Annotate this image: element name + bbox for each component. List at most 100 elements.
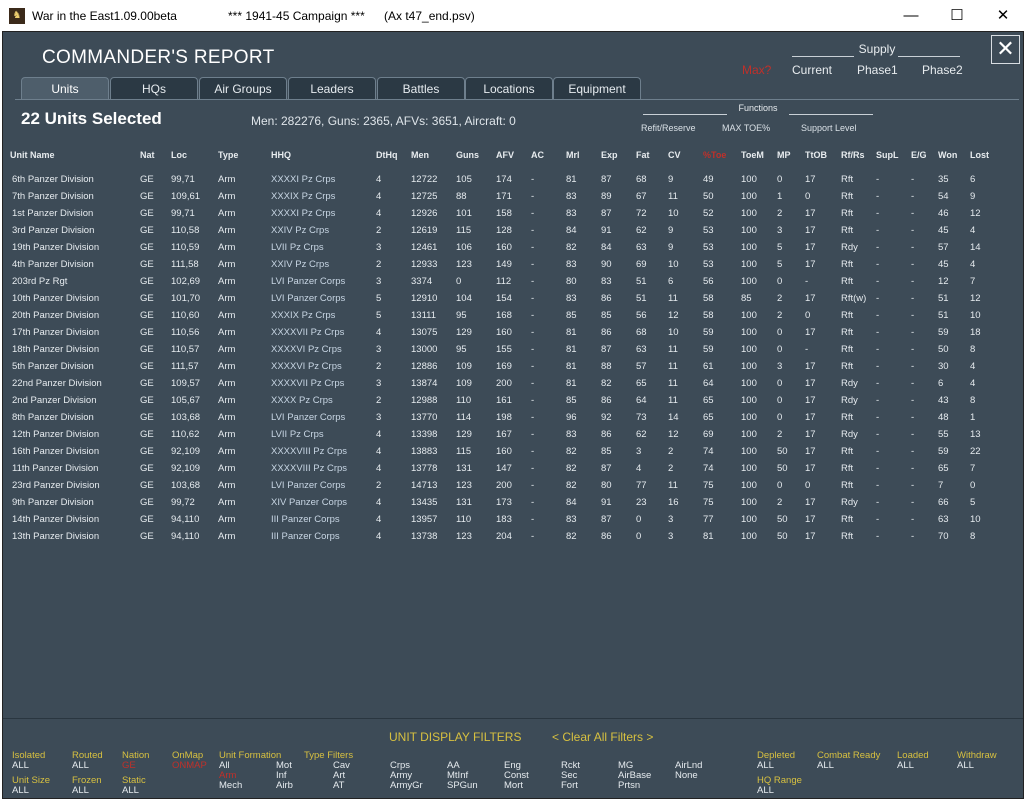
filter-option-mech[interactable]: Mech	[219, 781, 242, 791]
cell-hhq[interactable]: XXXXI Pz Crps	[271, 171, 335, 188]
cell-unit-name[interactable]: 8th Panzer Division	[12, 409, 94, 426]
cell-hhq[interactable]: XXXXVII Pz Crps	[271, 375, 344, 392]
filter-option-spgun[interactable]: SPGun	[447, 781, 478, 791]
col-header-eg[interactable]: E/G	[911, 150, 927, 160]
tab-leaders[interactable]: Leaders	[288, 77, 376, 100]
filter-unit-size-value[interactable]: ALL	[12, 786, 29, 796]
cell-unit-name[interactable]: 6th Panzer Division	[12, 171, 94, 188]
col-header-ac[interactable]: AC	[531, 150, 544, 160]
filter-option-mort[interactable]: Mort	[504, 781, 523, 791]
table-row[interactable]: 2nd Panzer Division GE 105,67 Arm XXXX Pz Cr…	[3, 392, 1023, 409]
table-row[interactable]: 19th Panzer Division GE 110,59 Arm LVII Pz C…	[3, 239, 1023, 256]
cell-hhq[interactable]: XXXXVII Pz Crps	[271, 324, 344, 341]
table-row[interactable]: 20th Panzer Division GE 110,60 Arm XXXIX Pz …	[3, 307, 1023, 324]
col-header-lost[interactable]: Lost	[970, 150, 989, 160]
report-close-button[interactable]: ✕	[991, 35, 1020, 64]
table-row[interactable]: 1st Panzer Division GE 99,71 Arm XXXXI Pz Cr…	[3, 205, 1023, 222]
cell-unit-name[interactable]: 12th Panzer Division	[12, 426, 99, 443]
cell-unit-name[interactable]: 19th Panzer Division	[12, 239, 99, 256]
cell-unit-name[interactable]: 9th Panzer Division	[12, 494, 94, 511]
col-header-exp[interactable]: Exp	[601, 150, 618, 160]
table-row[interactable]: 12th Panzer Division GE 110,62 Arm LVII Pz C…	[3, 426, 1023, 443]
filter-routed-value[interactable]: ALL	[72, 761, 89, 771]
col-header-toem[interactable]: ToeM	[741, 150, 764, 160]
col-header-ttob[interactable]: TtOB	[805, 150, 827, 160]
filter-option-prtsn[interactable]: Prtsn	[618, 781, 640, 791]
table-row[interactable]: 11th Panzer Division GE 92,109 Arm XXXXVIII …	[3, 460, 1023, 477]
clear-filters-button[interactable]: < Clear All Filters >	[552, 730, 653, 744]
table-row[interactable]: 14th Panzer Division GE 94,110 Arm III Panze…	[3, 511, 1023, 528]
filter-depleted-value[interactable]: ALL	[757, 761, 774, 771]
table-row[interactable]: 10th Panzer Division GE 101,70 Arm LVI Panze…	[3, 290, 1023, 307]
cell-unit-name[interactable]: 4th Panzer Division	[12, 256, 94, 273]
table-row[interactable]: 6th Panzer Division GE 99,71 Arm XXXXI Pz Cr…	[3, 171, 1023, 188]
filter-static-value[interactable]: ALL	[122, 786, 139, 796]
tab-hqs[interactable]: HQs	[110, 77, 198, 100]
col-header-guns[interactable]: Guns	[456, 150, 479, 160]
tab-battles[interactable]: Battles	[377, 77, 465, 100]
col-header-hhq[interactable]: HHQ	[271, 150, 291, 160]
cell-hhq[interactable]: LVI Panzer Corps	[271, 273, 345, 290]
minimize-button[interactable]: —	[888, 0, 934, 31]
filter-combat-ready-value[interactable]: ALL	[817, 761, 834, 771]
filter-isolated-value[interactable]: ALL	[12, 761, 29, 771]
table-row[interactable]: 4th Panzer Division GE 111,58 Arm XXIV Pz Cr…	[3, 256, 1023, 273]
cell-unit-name[interactable]: 3rd Panzer Division	[12, 222, 94, 239]
cell-unit-name[interactable]: 10th Panzer Division	[12, 290, 99, 307]
col-header-mrl[interactable]: Mrl	[566, 150, 580, 160]
col-header-loc[interactable]: Loc	[171, 150, 187, 160]
col-header-toe-pct[interactable]: %Toe	[703, 150, 726, 160]
supply-option-max[interactable]: Max?	[742, 63, 771, 77]
cell-hhq[interactable]: XXXXVI Pz Crps	[271, 341, 342, 358]
filter-hq-range-value[interactable]: ALL	[757, 786, 774, 796]
cell-unit-name[interactable]: 7th Panzer Division	[12, 188, 94, 205]
cell-unit-name[interactable]: 17th Panzer Division	[12, 324, 99, 341]
cell-unit-name[interactable]: 13th Panzer Division	[12, 528, 99, 545]
cell-unit-name[interactable]: 1st Panzer Division	[12, 205, 93, 222]
table-row[interactable]: 9th Panzer Division GE 99,72 Arm XIV Panzer …	[3, 494, 1023, 511]
cell-hhq[interactable]: LVI Panzer Corps	[271, 409, 345, 426]
col-header-rf-rs[interactable]: Rf/Rs	[841, 150, 865, 160]
function-max-toe[interactable]: MAX TOE%	[722, 123, 770, 133]
maximize-button[interactable]: ☐	[934, 0, 980, 31]
cell-hhq[interactable]: XXXX Pz Crps	[271, 392, 333, 409]
table-row[interactable]: 5th Panzer Division GE 111,57 Arm XXXXVI Pz …	[3, 358, 1023, 375]
cell-hhq[interactable]: XIV Panzer Corps	[271, 494, 347, 511]
table-row[interactable]: 3rd Panzer Division GE 110,58 Arm XXIV Pz Cr…	[3, 222, 1023, 239]
tab-units[interactable]: Units	[21, 77, 109, 100]
cell-hhq[interactable]: III Panzer Corps	[271, 528, 340, 545]
function-refit-reserve[interactable]: Refit/Reserve	[641, 123, 696, 133]
cell-unit-name[interactable]: 203rd Pz Rgt	[12, 273, 67, 290]
filter-option-armygr[interactable]: ArmyGr	[390, 781, 423, 791]
table-row[interactable]: 13th Panzer Division GE 94,110 Arm III Panze…	[3, 528, 1023, 545]
filter-option-at[interactable]: AT	[333, 781, 344, 791]
cell-hhq[interactable]: XXXXI Pz Crps	[271, 205, 335, 222]
cell-unit-name[interactable]: 22nd Panzer Division	[12, 375, 102, 392]
cell-unit-name[interactable]: 14th Panzer Division	[12, 511, 99, 528]
table-row[interactable]: 22nd Panzer Division GE 109,57 Arm XXXXVII P…	[3, 375, 1023, 392]
cell-hhq[interactable]: LVI Panzer Corps	[271, 477, 345, 494]
filter-loaded-value[interactable]: ALL	[897, 761, 914, 771]
filter-frozen-value[interactable]: ALL	[72, 786, 89, 796]
cell-hhq[interactable]: XXXXVIII Pz Crps	[271, 443, 347, 460]
cell-hhq[interactable]: XXXIX Pz Crps	[271, 188, 335, 205]
cell-unit-name[interactable]: 23rd Panzer Division	[12, 477, 100, 494]
table-row[interactable]: 23rd Panzer Division GE 103,68 Arm LVI Panze…	[3, 477, 1023, 494]
tab-equipment[interactable]: Equipment	[553, 77, 641, 100]
filter-option-airb[interactable]: Airb	[276, 781, 293, 791]
cell-hhq[interactable]: III Panzer Corps	[271, 511, 340, 528]
cell-unit-name[interactable]: 18th Panzer Division	[12, 341, 99, 358]
filter-option-none[interactable]: None	[675, 771, 698, 781]
cell-hhq[interactable]: XXXIX Pz Crps	[271, 307, 335, 324]
function-support-level[interactable]: Support Level	[801, 123, 857, 133]
table-row[interactable]: 7th Panzer Division GE 109,61 Arm XXXIX Pz C…	[3, 188, 1023, 205]
table-row[interactable]: 203rd Pz Rgt GE 102,69 Arm LVI Panzer Corps 3…	[3, 273, 1023, 290]
cell-hhq[interactable]: LVII Pz Crps	[271, 426, 324, 443]
table-row[interactable]: 17th Panzer Division GE 110,56 Arm XXXXVII P…	[3, 324, 1023, 341]
cell-hhq[interactable]: XXXXVIII Pz Crps	[271, 460, 347, 477]
cell-hhq[interactable]: XXIV Pz Crps	[271, 222, 329, 239]
supply-option-phase2[interactable]: Phase2	[922, 63, 963, 77]
col-header-unit-name[interactable]: Unit Name	[10, 150, 55, 160]
tab-air-groups[interactable]: Air Groups	[199, 77, 287, 100]
cell-unit-name[interactable]: 20th Panzer Division	[12, 307, 99, 324]
